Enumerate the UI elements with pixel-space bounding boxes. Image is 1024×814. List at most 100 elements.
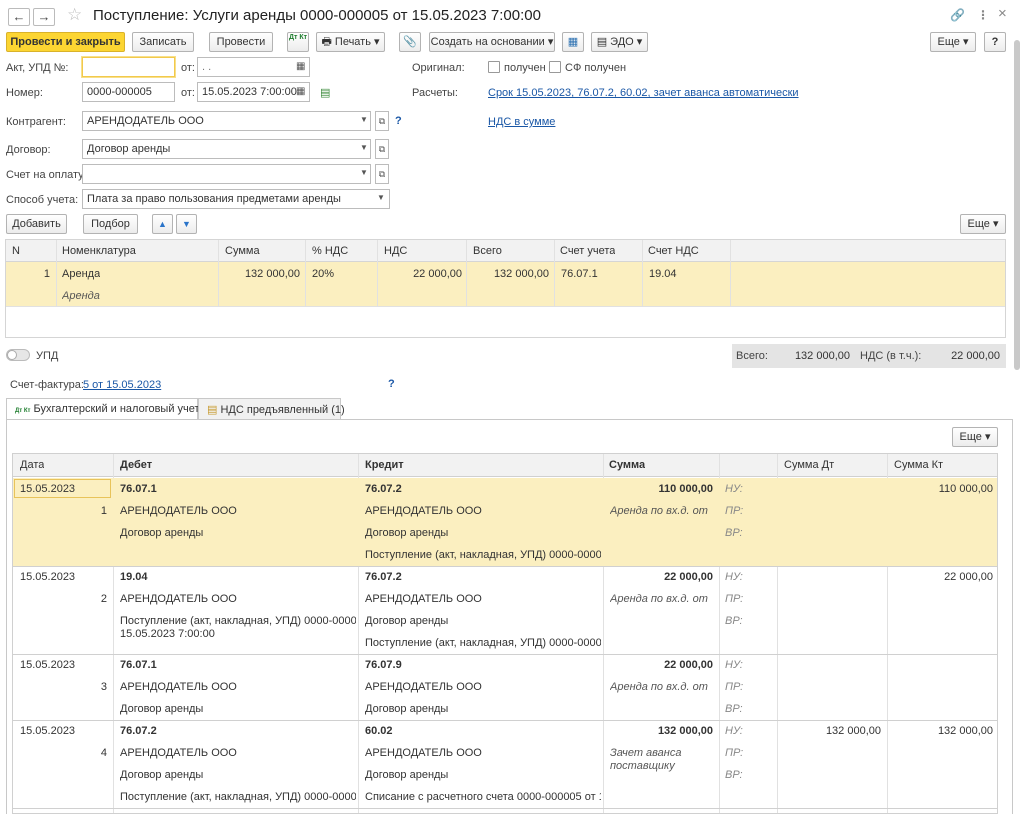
entry-credit-sub1: АРЕНДОДАТЕЛЬ ООО: [365, 747, 482, 759]
structure-icon[interactable]: ▦: [562, 32, 584, 52]
row-account[interactable]: 76.07.1: [561, 268, 598, 280]
more-button[interactable]: Еще ▾: [930, 32, 976, 52]
number-date-input[interactable]: 15.05.2023 7:00:00: [197, 82, 310, 102]
col-header-vat-rate[interactable]: % НДС: [312, 245, 348, 257]
favorite-star-icon[interactable]: ☆: [67, 5, 82, 25]
original-received-checkbox[interactable]: [488, 61, 500, 73]
act-number-input[interactable]: [82, 57, 175, 77]
close-icon[interactable]: ×: [998, 5, 1007, 22]
create-based-on-button[interactable]: Создать на основании ▾: [429, 32, 555, 52]
menu-dots-icon[interactable]: ⋮: [977, 8, 989, 22]
forward-button[interactable]: →: [33, 8, 55, 26]
row-vat-account[interactable]: 19.04: [649, 268, 677, 280]
contract-input[interactable]: Договор аренды: [82, 139, 371, 159]
status-icon[interactable]: ▤: [320, 86, 330, 99]
row-vat-rate[interactable]: 20%: [312, 268, 334, 280]
col-header-sum[interactable]: Сумма: [225, 245, 260, 257]
contractor-dropdown-icon[interactable]: ▼: [357, 112, 371, 130]
method-label: Способ учета:: [6, 194, 79, 206]
col-header-total[interactable]: Всего: [473, 245, 502, 257]
contract-open-icon[interactable]: ⧉: [375, 139, 389, 159]
contract-dropdown-icon[interactable]: ▼: [357, 140, 371, 158]
back-button[interactable]: ←: [8, 8, 30, 26]
entry-debit-sub1: АРЕНДОДАТЕЛЬ ООО: [120, 747, 237, 759]
settlements-label: Расчеты:: [412, 87, 458, 99]
entry-debit-sub1: АРЕНДОДАТЕЛЬ ООО: [120, 505, 237, 517]
save-button[interactable]: Записать: [132, 32, 194, 52]
post-button[interactable]: Провести: [209, 32, 273, 52]
upd-toggle[interactable]: [6, 349, 30, 361]
row-sum[interactable]: 132 000,00: [220, 268, 300, 280]
vat-in-sum-link[interactable]: НДС в сумме: [488, 116, 555, 128]
edo-button[interactable]: ▤ ЭДО ▾: [591, 32, 648, 52]
entry-date: 15.05.2023: [20, 659, 76, 671]
invoice-facture-link[interactable]: 5 от 15.05.2023: [83, 379, 161, 391]
tab-vat[interactable]: ▤ НДС предъявленный (1): [198, 398, 345, 420]
sf-received-checkbox[interactable]: [549, 61, 561, 73]
entry-pr-label: ПР:: [725, 505, 744, 517]
col-header-vat[interactable]: НДС: [384, 245, 407, 257]
edo-label: ЭДО: [610, 36, 634, 48]
act-number-label: Акт, УПД №:: [6, 62, 69, 74]
row-vat[interactable]: 22 000,00: [380, 268, 462, 280]
method-dropdown-icon[interactable]: ▼: [374, 190, 388, 208]
entry-pr-label: ПР:: [725, 681, 744, 693]
row-number: 1: [43, 268, 50, 280]
more-label: Еще: [937, 36, 960, 48]
entry-date: 15.05.2023: [20, 571, 76, 583]
contractor-input[interactable]: АРЕНДОДАТЕЛЬ ООО: [82, 111, 371, 131]
entry-pr-label: ПР:: [725, 593, 744, 605]
invoice-input[interactable]: [82, 164, 371, 184]
total-label: Всего:: [736, 350, 768, 362]
contractor-open-icon[interactable]: ⧉: [375, 111, 389, 131]
invoice-help-icon[interactable]: ?: [388, 378, 395, 390]
entry-credit-sub1: АРЕНДОДАТЕЛЬ ООО: [365, 593, 482, 605]
tab-accounting[interactable]: Дт Кт Бухгалтерский и налоговый учет (4): [6, 398, 216, 420]
print-button[interactable]: 🖶 Печать ▾: [316, 32, 385, 52]
row-name[interactable]: Аренда: [62, 268, 100, 280]
entry-credit-account: 60.02: [365, 725, 393, 737]
dt-kt-icon[interactable]: Дт Кт: [287, 32, 309, 52]
number-label: Номер:: [6, 87, 43, 99]
entries-col-sum-dt[interactable]: Сумма Дт: [784, 459, 834, 471]
entries-col-sum-kt[interactable]: Сумма Кт: [894, 459, 943, 471]
settlements-link[interactable]: Срок 15.05.2023, 76.07.2, 60.02, зачет а…: [488, 87, 799, 99]
move-down-icon[interactable]: ▼: [176, 214, 197, 234]
col-header-name[interactable]: Номенклатура: [62, 245, 136, 257]
contractor-help-icon[interactable]: ?: [395, 115, 402, 127]
method-select[interactable]: Плата за право пользования предметами ар…: [82, 189, 390, 209]
entry-content: Аренда по вх.д. от: [610, 505, 708, 517]
post-and-close-button[interactable]: Провести и закрыть: [6, 32, 125, 52]
col-header-n[interactable]: N: [12, 245, 20, 257]
link-icon[interactable]: 🔗: [950, 8, 965, 22]
entries-more-button[interactable]: Еще ▾: [952, 427, 998, 447]
calendar-icon[interactable]: ▦: [296, 86, 305, 97]
number-input[interactable]: 0000-000005: [82, 82, 175, 102]
page-scrollbar[interactable]: [1014, 40, 1020, 370]
entry-credit-sub3: Поступление (акт, накладная, УПД) 0000-0…: [365, 637, 601, 649]
row-name-sub: Аренда: [62, 290, 100, 302]
invoice-open-icon[interactable]: ⧉: [375, 164, 389, 184]
pick-button[interactable]: Подбор: [83, 214, 138, 234]
entries-col-sum[interactable]: Сумма: [609, 459, 645, 471]
sf-received-label: СФ получен: [565, 62, 627, 74]
original-received-label: получен: [504, 62, 546, 74]
entry-vr-label: ВР:: [725, 615, 743, 627]
items-table-header: [6, 240, 1005, 262]
entries-col-date[interactable]: Дата: [20, 459, 44, 471]
col-header-vat-account[interactable]: Счет НДС: [648, 245, 699, 257]
attach-icon[interactable]: 📎: [399, 32, 421, 52]
total-vat-value: 22 000,00: [951, 350, 1000, 362]
entries-col-credit[interactable]: Кредит: [365, 459, 404, 471]
act-date-input[interactable]: . .: [197, 57, 310, 77]
help-button[interactable]: ?: [984, 32, 1006, 52]
calendar-icon[interactable]: ▦: [296, 61, 305, 72]
row-total[interactable]: 132 000,00: [466, 268, 549, 280]
move-up-icon[interactable]: ▲: [152, 214, 173, 234]
items-more-button[interactable]: Еще ▾: [960, 214, 1006, 234]
col-header-account[interactable]: Счет учета: [560, 245, 615, 257]
entry-date: 15.05.2023: [20, 725, 76, 737]
invoice-dropdown-icon[interactable]: ▼: [357, 165, 371, 183]
entries-col-debit[interactable]: Дебет: [120, 459, 152, 471]
add-button[interactable]: Добавить: [6, 214, 67, 234]
